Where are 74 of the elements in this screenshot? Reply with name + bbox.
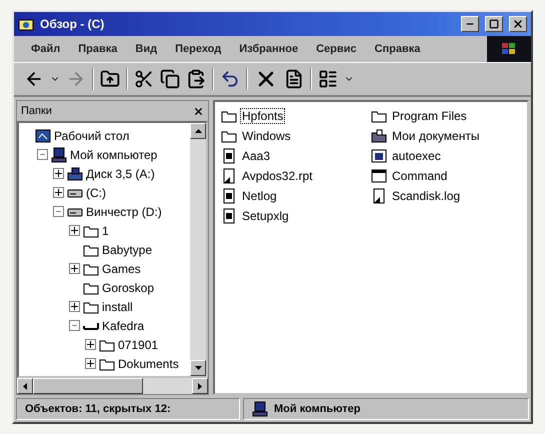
- copy-icon[interactable]: [160, 69, 180, 89]
- paste-icon[interactable]: [186, 69, 206, 89]
- expander-icon[interactable]: [85, 358, 96, 369]
- file-item[interactable]: Netlog: [240, 188, 279, 204]
- file-item[interactable]: Command: [390, 168, 450, 184]
- file-item[interactable]: autoexec: [390, 148, 443, 164]
- undo-icon[interactable]: [220, 69, 240, 89]
- vertical-scrollbar[interactable]: [190, 123, 206, 376]
- menu-item[interactable]: Переход: [166, 43, 230, 55]
- properties-icon[interactable]: [284, 69, 304, 89]
- horizontal-scrollbar[interactable]: [17, 378, 208, 394]
- maximize-button[interactable]: [485, 16, 503, 32]
- tree-item[interactable]: Kafedra: [102, 318, 144, 332]
- tree-item[interactable]: (C:): [86, 186, 106, 200]
- tree-item[interactable]: Винчестр (D:): [86, 204, 162, 218]
- tree-item[interactable]: Goroskop: [102, 280, 154, 294]
- menu-item[interactable]: Справка: [366, 43, 430, 55]
- tree-item[interactable]: 1: [102, 224, 109, 238]
- maximize-icon: [489, 19, 499, 29]
- file-item[interactable]: Windows: [240, 128, 293, 144]
- shortcut-icon: [371, 188, 387, 204]
- file-item[interactable]: Aaa3: [240, 148, 272, 164]
- desktop-icon: [35, 128, 51, 144]
- left-arrow-icon: [23, 382, 27, 390]
- tree-item[interactable]: Games: [102, 262, 141, 276]
- expander-icon[interactable]: [69, 263, 80, 274]
- tree-item[interactable]: 071901: [118, 338, 158, 352]
- minimize-button[interactable]: [461, 16, 479, 32]
- document-icon: [221, 188, 237, 204]
- pane-title: Папки: [21, 105, 52, 117]
- shortcut-icon: [221, 168, 237, 184]
- tree-item[interactable]: install: [102, 300, 133, 314]
- tree-item[interactable]: Рабочий стол: [54, 128, 130, 142]
- explorer-icon: [18, 17, 34, 31]
- windows-logo: [487, 36, 531, 62]
- file-item[interactable]: Hpfonts: [240, 108, 286, 124]
- right-arrow-icon: [198, 382, 202, 390]
- menu-item[interactable]: Избранное: [230, 43, 308, 55]
- folder-icon: [371, 128, 387, 144]
- expander-icon[interactable]: [53, 168, 64, 179]
- window-icon: [371, 168, 387, 184]
- file-item[interactable]: Avpdos32.rpt: [240, 168, 314, 184]
- expander-icon[interactable]: [53, 187, 64, 198]
- up-folder-icon[interactable]: [100, 69, 120, 89]
- tree-item[interactable]: Dokuments: [118, 356, 179, 370]
- expander-icon[interactable]: [85, 339, 96, 350]
- document-icon: [221, 208, 237, 224]
- close-icon[interactable]: [193, 106, 204, 116]
- window-title: Обзор - (C): [40, 17, 106, 31]
- menu-item[interactable]: Правка: [69, 43, 126, 55]
- floppy-drive-icon: [67, 166, 83, 182]
- computer-icon: [51, 146, 67, 162]
- expander-icon[interactable]: [69, 301, 80, 312]
- expander-icon[interactable]: [69, 225, 80, 236]
- file-item[interactable]: Setupxlg: [240, 208, 291, 224]
- file-item[interactable]: Program Files: [390, 108, 469, 124]
- file-item[interactable]: Мои документы: [390, 128, 482, 144]
- cut-icon[interactable]: [134, 69, 154, 89]
- menu-item[interactable]: Сервис: [307, 43, 366, 55]
- computer-icon: [252, 401, 268, 417]
- menu-item[interactable]: Файл: [22, 43, 70, 55]
- up-arrow-icon: [194, 129, 202, 133]
- down-arrow-icon: [194, 366, 202, 370]
- menu-item[interactable]: Вид: [126, 43, 166, 55]
- tree-item[interactable]: Диск 3,5 (A:): [86, 166, 155, 180]
- close-icon: [512, 18, 524, 30]
- tree-item[interactable]: Мой компьютер: [70, 148, 158, 162]
- status-objects: Объектов: 11, скрытых 12:: [16, 398, 240, 420]
- status-location: Мой компьютер: [274, 403, 361, 415]
- tree-item[interactable]: Babytype: [102, 242, 152, 256]
- views-icon[interactable]: [318, 69, 338, 89]
- document-icon: [221, 148, 237, 164]
- file-item[interactable]: Scandisk.log: [390, 188, 462, 204]
- close-button[interactable]: [509, 16, 527, 32]
